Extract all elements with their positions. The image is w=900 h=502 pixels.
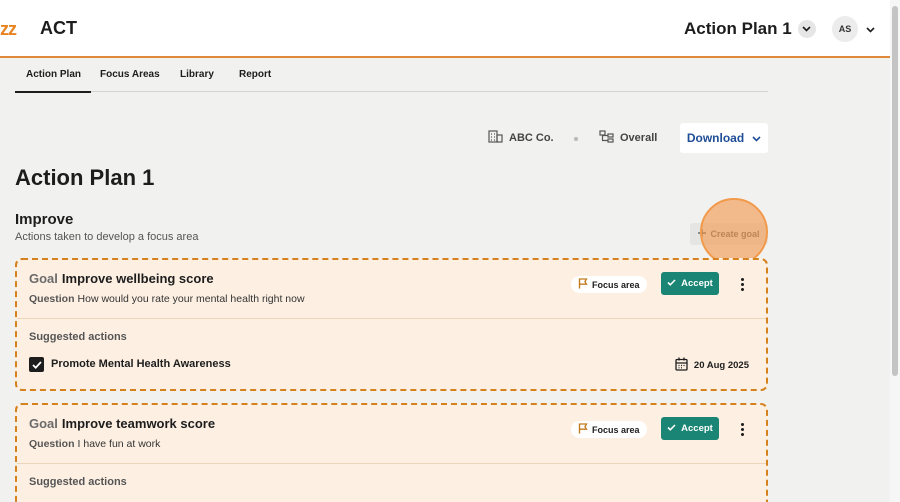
user-menu[interactable]: AS: [832, 16, 875, 42]
plan-selector[interactable]: Action Plan 1: [684, 17, 816, 41]
download-button-label: Download: [686, 131, 745, 145]
scope-filter[interactable]: Overall: [599, 130, 657, 146]
focus-area-badge: Focus area: [571, 421, 647, 438]
calendar-icon: [675, 357, 688, 374]
goal-keyword: Goal: [29, 271, 58, 286]
tab-action-plan[interactable]: Action Plan: [14, 69, 92, 93]
goal-card: Goal Improve wellbeing score Question How …: [15, 258, 768, 391]
chevron-down-icon: [752, 131, 761, 145]
create-goal-label: Create goal: [710, 229, 760, 239]
focus-area-label: Focus area: [592, 279, 640, 290]
scrollbar-thumb[interactable]: [892, 6, 898, 376]
goal-card: Goal Improve teamwork score Question I hav…: [15, 403, 768, 502]
company-filter[interactable]: ABC Co.: [488, 130, 554, 146]
focus-area-badge: Focus area: [571, 276, 647, 293]
avatar[interactable]: AS: [832, 16, 858, 42]
chevron-down-icon[interactable]: [797, 20, 816, 38]
action-checkbox[interactable]: [29, 357, 44, 372]
accept-button[interactable]: Accept: [661, 272, 719, 295]
accept-button[interactable]: Accept: [661, 417, 719, 440]
question-keyword: Question: [29, 438, 75, 450]
card-divider: [17, 463, 766, 464]
question-keyword: Question: [29, 293, 75, 305]
accept-button-label: Accept: [681, 423, 713, 434]
tab-focus-areas[interactable]: Focus Areas: [100, 69, 160, 80]
action-text: Promote Mental Health Awareness: [51, 358, 231, 370]
logo[interactable]: zz: [0, 19, 17, 40]
plan-selector-label: Action Plan 1: [684, 19, 792, 38]
download-button[interactable]: Download: [680, 123, 768, 153]
goal-keyword: Goal: [29, 416, 58, 431]
more-options-icon[interactable]: [735, 419, 749, 439]
hierarchy-icon: [599, 130, 614, 146]
create-goal-button[interactable]: Create goal: [690, 223, 768, 245]
due-date-text: 20 Aug 2025: [693, 360, 749, 371]
separator-dot: [574, 137, 578, 141]
app-name: ACT: [40, 18, 77, 38]
card-divider: [17, 318, 766, 319]
tab-library[interactable]: Library: [180, 69, 214, 80]
flag-icon: [578, 278, 588, 291]
more-options-icon[interactable]: [735, 274, 749, 294]
section-title: Improve: [15, 211, 74, 228]
accept-button-label: Accept: [681, 278, 713, 289]
goal-title: Improve teamwork score: [61, 416, 216, 431]
top-bar: zz ACT Action Plan 1 AS: [0, 0, 890, 58]
scope-filter-label: Overall: [620, 132, 658, 144]
question-text: How would you rate your mental health ri…: [77, 293, 305, 305]
question-text: I have fun at work: [77, 438, 161, 450]
tab-report[interactable]: Report: [239, 69, 271, 80]
goal-title: Improve wellbeing score: [61, 271, 214, 286]
check-icon: [667, 278, 676, 289]
suggested-action-row: Promote Mental Health Awareness 20 Aug 2…: [29, 356, 749, 374]
goal-heading: Goal Improve teamwork score: [29, 416, 215, 431]
suggested-actions-label: Suggested actions: [29, 331, 127, 343]
focus-area-label: Focus area: [592, 424, 640, 435]
tab-bar: Action Plan Focus Areas Library Report: [14, 60, 768, 93]
due-date[interactable]: 20 Aug 2025: [675, 357, 749, 374]
page-scrollbar[interactable]: [890, 0, 900, 502]
plus-icon: [698, 229, 707, 239]
chevron-down-icon[interactable]: [866, 20, 875, 38]
page-title: Action Plan 1: [15, 165, 155, 190]
goal-question: Question How would you rate your mental h…: [29, 293, 305, 305]
suggested-actions-label: Suggested actions: [29, 476, 127, 488]
section-subtitle: Actions taken to develop a focus area: [15, 231, 199, 243]
flag-icon: [578, 423, 588, 436]
building-icon: [488, 130, 503, 146]
goal-question: Question I have fun at work: [29, 438, 160, 450]
company-filter-label: ABC Co.: [509, 132, 554, 144]
goal-heading: Goal Improve wellbeing score: [29, 271, 214, 286]
check-icon: [667, 423, 676, 434]
